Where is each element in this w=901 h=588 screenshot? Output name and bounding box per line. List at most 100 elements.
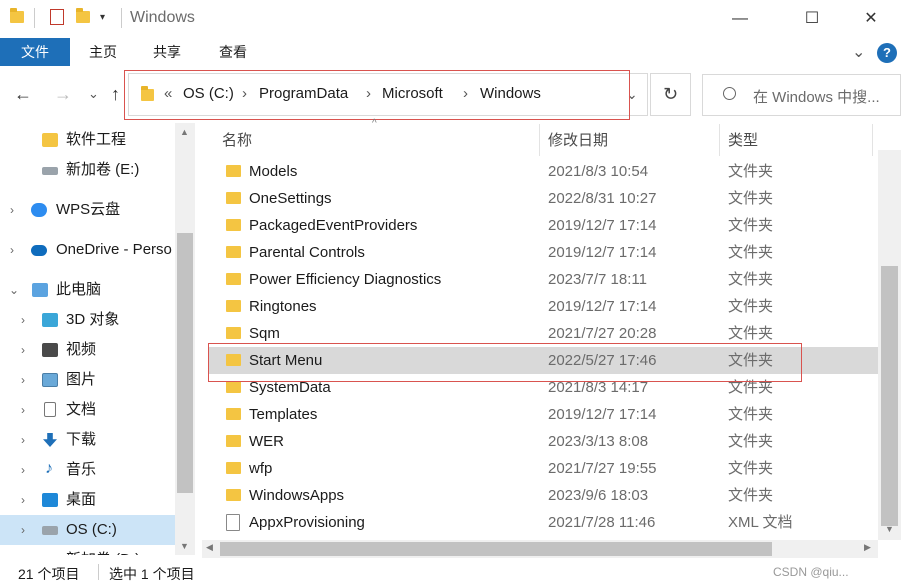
table-row[interactable]: Templates 2019/12/7 17:14 文件夹: [208, 401, 878, 428]
file-list-scrollbar[interactable]: ▼: [878, 150, 901, 540]
tab-home[interactable]: 主页: [80, 38, 126, 66]
file-date: 2019/12/7 17:14: [548, 217, 657, 234]
table-row[interactable]: OneSettings 2022/8/31 10:27 文件夹: [208, 185, 878, 212]
horizontal-scrollbar[interactable]: ◀ ▶: [202, 540, 878, 558]
scroll-up-icon[interactable]: ▲: [180, 127, 189, 137]
maximize-button[interactable]: ☐: [789, 0, 835, 38]
chevron-right-icon[interactable]: ›: [21, 515, 25, 545]
column-header-date[interactable]: 修改日期: [548, 129, 608, 150]
chevron-right-icon[interactable]: ›: [21, 485, 25, 515]
chevron-right-icon[interactable]: ›: [10, 195, 14, 225]
file-date: 2022/8/31 10:27: [548, 190, 657, 207]
file-name: OneSettings: [249, 190, 332, 207]
file-date: 2019/12/7 17:14: [548, 244, 657, 261]
file-icon: [226, 514, 240, 531]
up-button[interactable]: ↑: [111, 84, 120, 105]
sidebar-item-label: 新加卷 (D:): [66, 545, 140, 555]
new-folder-icon[interactable]: [76, 8, 90, 23]
forward-button[interactable]: →: [54, 84, 72, 105]
search-icon: [723, 87, 736, 100]
folder-icon: [226, 219, 241, 231]
refresh-button[interactable]: ↻: [650, 73, 691, 116]
scroll-left-icon[interactable]: ◀: [206, 542, 213, 553]
table-row[interactable]: WER 2023/3/13 8:08 文件夹: [208, 428, 878, 455]
file-name: AppxProvisioning: [249, 514, 365, 531]
file-date: 2021/7/28 11:46: [548, 514, 656, 531]
ribbon: [0, 38, 901, 66]
sidebar-item-pictures[interactable]: › 图片: [0, 365, 175, 395]
os-drive-icon: [42, 526, 58, 535]
file-name: Ringtones: [249, 298, 317, 315]
back-button[interactable]: ←: [14, 84, 32, 105]
sidebar-item-drive-e[interactable]: 新加卷 (E:): [0, 155, 175, 185]
file-type: 文件夹: [728, 298, 774, 315]
properties-icon[interactable]: [50, 9, 64, 25]
file-date: 2019/12/7 17:14: [548, 406, 657, 423]
column-divider[interactable]: [539, 124, 540, 156]
recent-locations-button[interactable]: ⌄: [88, 86, 99, 102]
sidebar-item-this-pc[interactable]: ⌄ 此电脑: [0, 275, 175, 305]
close-button[interactable]: ✕: [848, 0, 894, 38]
nav-scroll-thumb[interactable]: [177, 233, 193, 493]
chevron-down-icon[interactable]: ⌄: [9, 275, 19, 305]
scroll-down-icon[interactable]: ▼: [885, 524, 894, 534]
file-date: 2023/3/13 8:08: [548, 433, 649, 450]
file-type: 文件夹: [728, 244, 774, 261]
sidebar-item-documents[interactable]: › 文档: [0, 395, 175, 425]
tab-file[interactable]: 文件: [0, 38, 70, 66]
table-row[interactable]: Ringtones 2019/12/7 17:14 文件夹: [208, 293, 878, 320]
minimize-button[interactable]: —: [717, 0, 763, 38]
chevron-right-icon[interactable]: ›: [10, 235, 14, 265]
sidebar-item-wps-cloud[interactable]: › WPS云盘: [0, 195, 175, 225]
help-icon[interactable]: ?: [877, 43, 897, 63]
column-divider[interactable]: [872, 124, 873, 156]
folder-icon: [226, 273, 241, 285]
search-input[interactable]: 在 Windows 中搜...: [702, 74, 901, 116]
sidebar-item-3d-objects[interactable]: › 3D 对象: [0, 305, 175, 335]
chevron-right-icon[interactable]: ›: [21, 305, 25, 335]
tab-view[interactable]: 查看: [210, 38, 256, 66]
sidebar-item-label: 此电脑: [56, 281, 102, 298]
sidebar-item-onedrive[interactable]: › OneDrive - Perso: [0, 235, 175, 265]
file-scroll-thumb[interactable]: [881, 266, 898, 526]
scroll-right-icon[interactable]: ▶: [864, 542, 871, 553]
column-divider[interactable]: [719, 124, 720, 156]
folder-icon: [226, 435, 241, 447]
table-row[interactable]: AppxProvisioning 2021/7/28 11:46 XML 文档: [208, 509, 878, 536]
drive-icon: [42, 167, 58, 175]
column-header-type[interactable]: 类型: [728, 129, 758, 150]
table-row[interactable]: PackagedEventProviders 2019/12/7 17:14 文件夹: [208, 212, 878, 239]
customize-quick-access-icon[interactable]: ▾: [100, 12, 105, 23]
table-row[interactable]: Parental Controls 2019/12/7 17:14 文件夹: [208, 239, 878, 266]
chevron-right-icon[interactable]: ›: [21, 425, 25, 455]
chevron-right-icon[interactable]: ›: [21, 455, 25, 485]
sidebar-item-drive-d[interactable]: › 新加卷 (D:): [0, 545, 175, 555]
title-bar: ▾ Windows — ☐ ✕: [0, 0, 901, 38]
sidebar-item-label: OS (C:): [66, 521, 117, 538]
column-header-name[interactable]: 名称: [222, 129, 252, 150]
onedrive-icon: [31, 245, 47, 256]
sidebar-item-videos[interactable]: › 视频: [0, 335, 175, 365]
expand-ribbon-icon[interactable]: ⌄: [852, 42, 865, 62]
sidebar-item-desktop[interactable]: › 桌面: [0, 485, 175, 515]
chevron-right-icon[interactable]: ›: [21, 395, 25, 425]
chevron-right-icon[interactable]: ›: [21, 335, 25, 365]
desktop-icon: [42, 493, 58, 507]
file-date: 2021/8/3 10:54: [548, 163, 649, 180]
video-icon: [42, 343, 58, 357]
scroll-down-icon[interactable]: ▼: [180, 541, 189, 551]
horizontal-scroll-thumb[interactable]: [220, 542, 772, 556]
chevron-right-icon[interactable]: ›: [21, 545, 25, 555]
table-row[interactable]: Models 2021/8/3 10:54 文件夹: [208, 158, 878, 185]
sidebar-item-os-c[interactable]: › OS (C:): [0, 515, 175, 545]
sidebar-item-software-engineering[interactable]: 软件工程: [0, 125, 175, 155]
table-row[interactable]: Power Efficiency Diagnostics 2023/7/7 18:…: [208, 266, 878, 293]
table-row[interactable]: WindowsApps 2023/9/6 18:03 文件夹: [208, 482, 878, 509]
folder-icon: [42, 133, 58, 147]
tab-share[interactable]: 共享: [144, 38, 190, 66]
table-row[interactable]: wfp 2021/7/27 19:55 文件夹: [208, 455, 878, 482]
sidebar-item-downloads[interactable]: › 下载: [0, 425, 175, 455]
chevron-right-icon[interactable]: ›: [21, 365, 25, 395]
sidebar-item-music[interactable]: › ♪ 音乐: [0, 455, 175, 485]
nav-scrollbar[interactable]: ▲ ▼: [175, 123, 195, 555]
